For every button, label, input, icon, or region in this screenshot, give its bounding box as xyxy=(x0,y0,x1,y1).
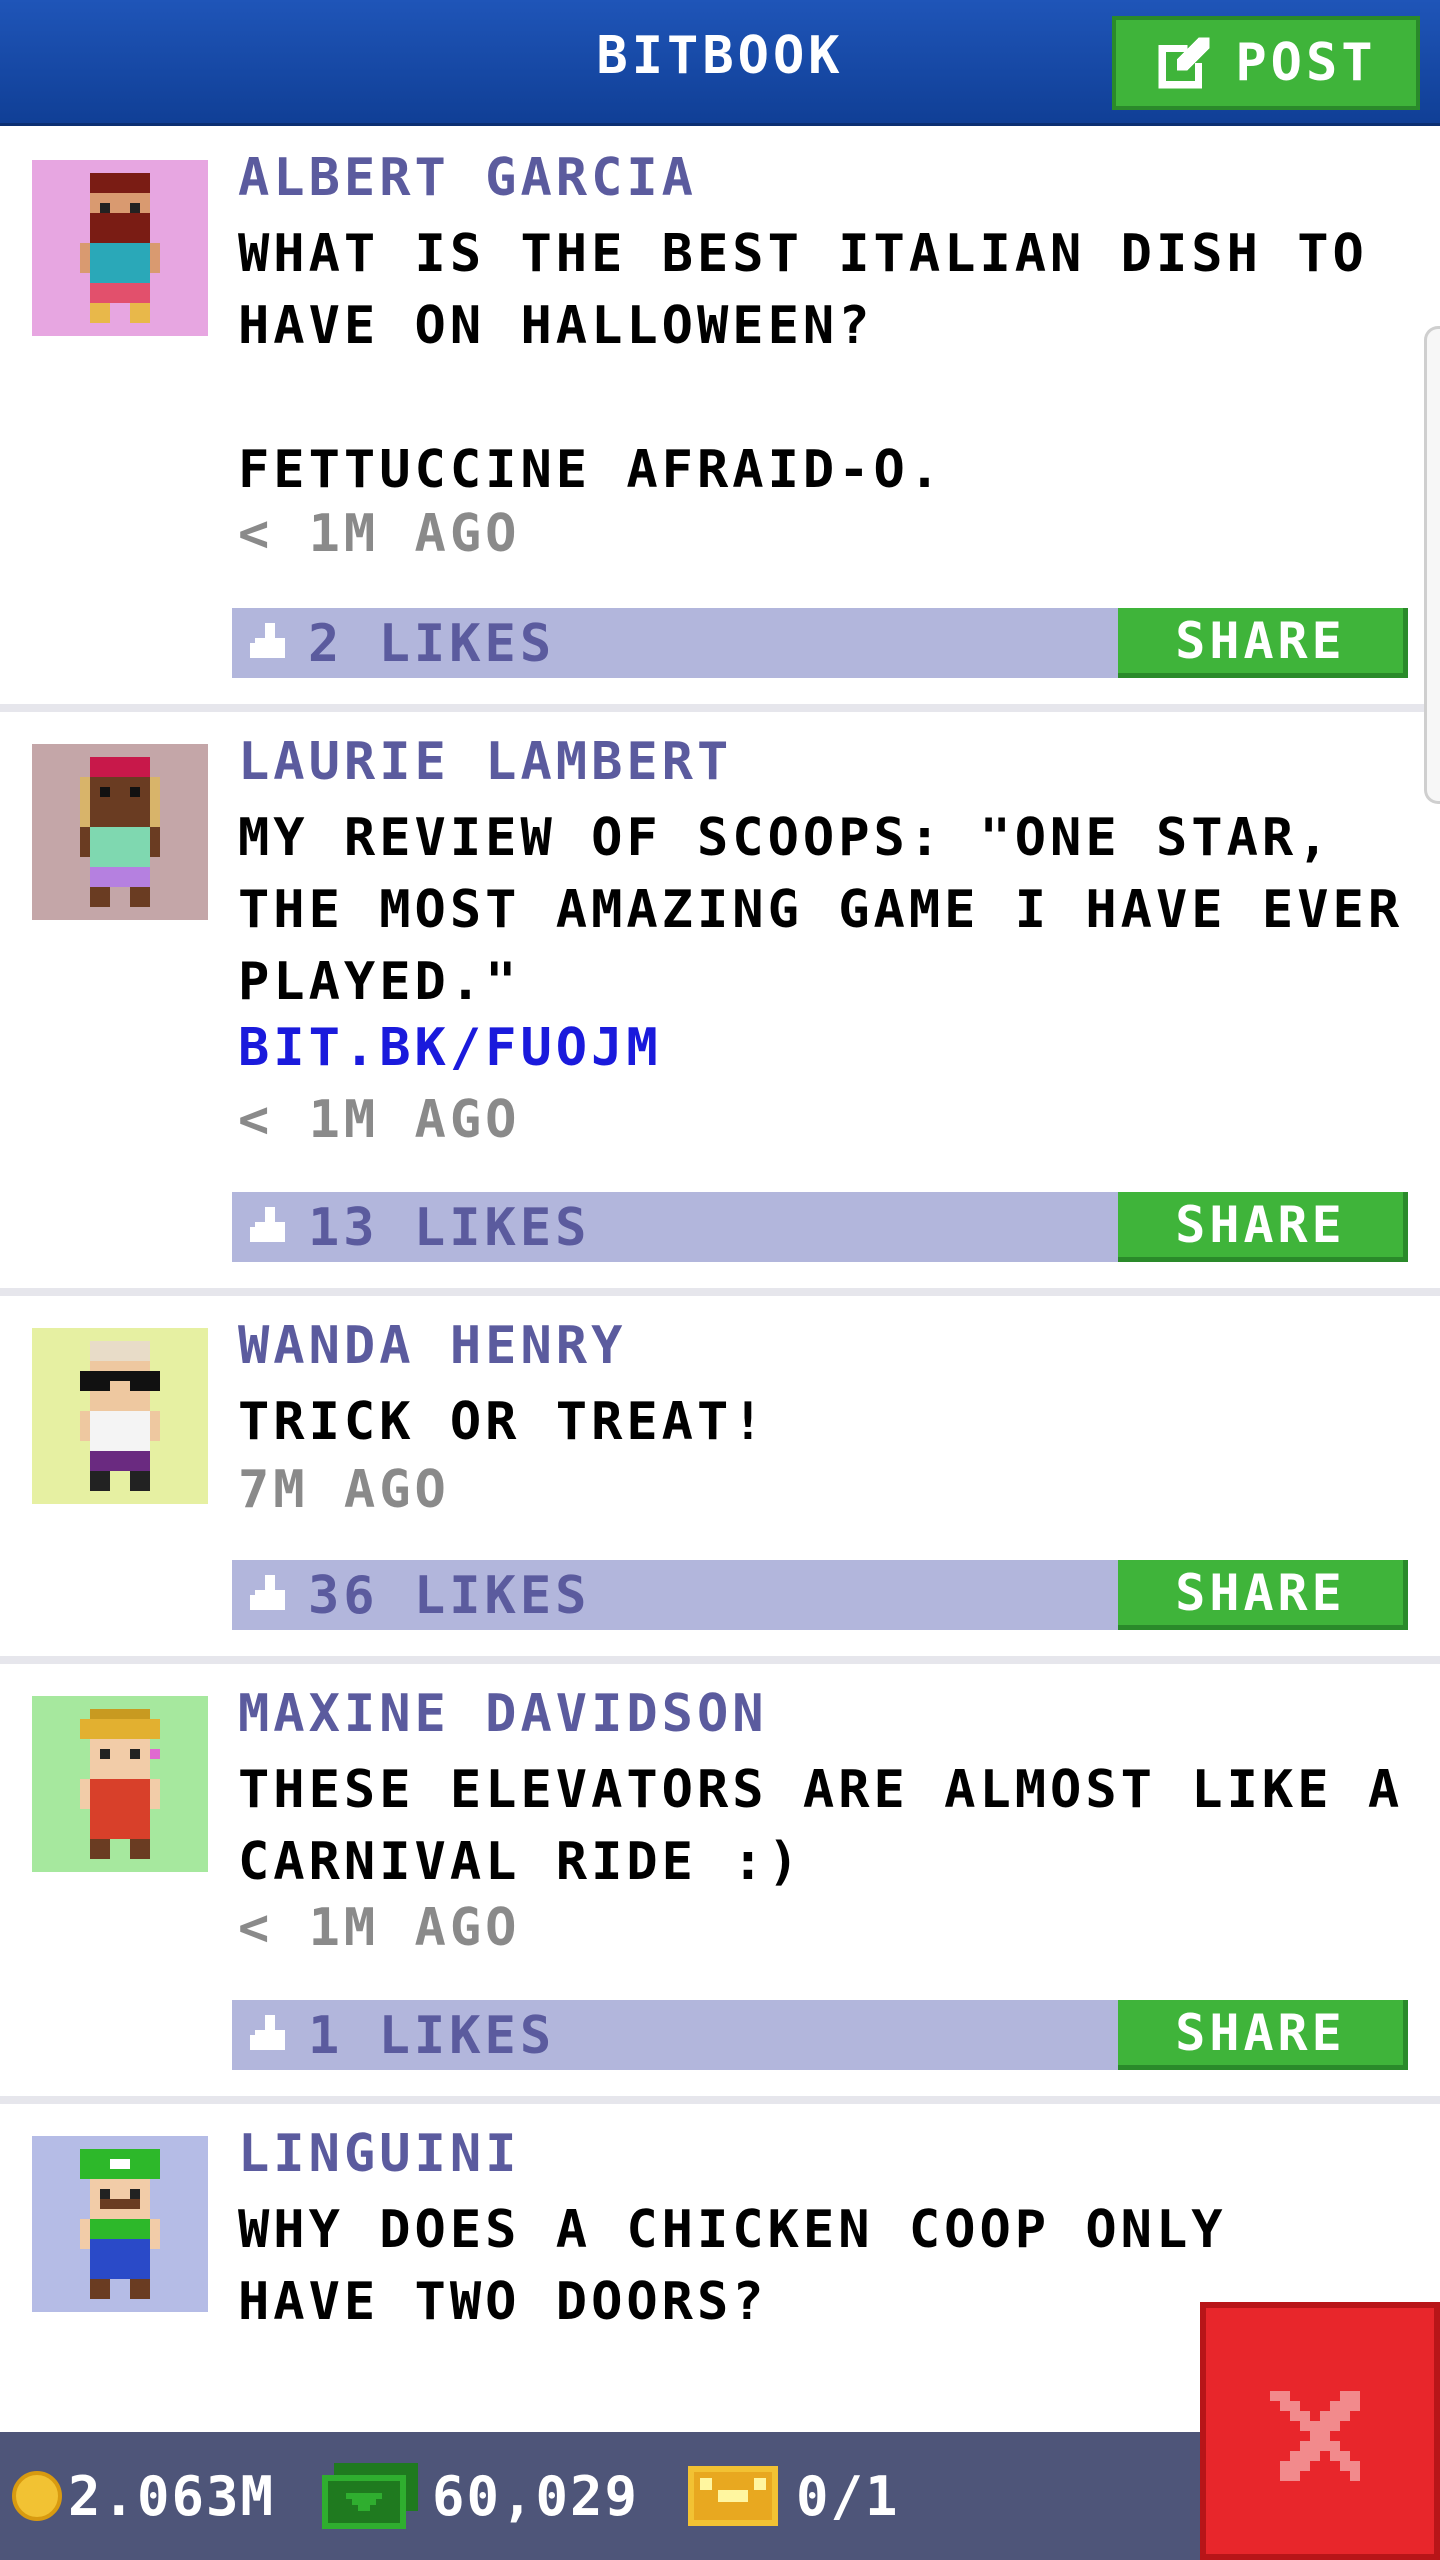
post-text: WHAT IS THE BEST ITALIAN DISH TO HAVE ON… xyxy=(238,224,1368,500)
money-icon xyxy=(322,2463,418,2529)
share-button[interactable]: SHARE xyxy=(1118,608,1408,678)
close-icon xyxy=(1270,2391,1360,2481)
post-time: < 1M AGO xyxy=(238,1090,521,1150)
avatar[interactable] xyxy=(32,160,208,336)
avatar[interactable] xyxy=(32,744,208,920)
ticket-icon xyxy=(688,2466,778,2526)
post-author[interactable]: LAURIE LAMBERT xyxy=(238,732,732,792)
likes-count: 13 LIKES xyxy=(308,1198,591,1258)
post-time: 7M AGO xyxy=(238,1460,450,1520)
thumbs-up-icon[interactable] xyxy=(250,1206,290,1248)
coin-icon xyxy=(12,2471,62,2521)
post-text: TRICK OR TREAT! xyxy=(238,1392,768,1452)
like-bar: 36 LIKES SHARE xyxy=(232,1560,1408,1630)
share-button[interactable]: SHARE xyxy=(1118,1192,1408,1262)
like-bar: 1 LIKES SHARE xyxy=(232,2000,1408,2070)
likes-count: 36 LIKES xyxy=(308,1566,591,1626)
post-author[interactable]: ALBERT GARCIA xyxy=(238,148,697,208)
scrollbar[interactable] xyxy=(1424,326,1440,804)
tickets-stat: 0/1 xyxy=(688,2460,900,2532)
post-button-label: POST xyxy=(1235,33,1377,93)
share-button[interactable]: SHARE xyxy=(1118,1560,1408,1630)
divider xyxy=(0,1288,1440,1296)
post-author[interactable]: MAXINE DAVIDSON xyxy=(238,1684,768,1744)
like-bar: 2 LIKES SHARE xyxy=(232,608,1408,678)
divider xyxy=(0,704,1440,712)
thumbs-up-icon[interactable] xyxy=(250,1574,290,1616)
like-bar: 13 LIKES SHARE xyxy=(232,1192,1408,1262)
divider xyxy=(0,2096,1440,2104)
post-time: < 1M AGO xyxy=(238,504,521,564)
likes-count: 1 LIKES xyxy=(308,2006,556,2066)
post-text: MY REVIEW OF SCOOPS: "ONE STAR, THE MOST… xyxy=(238,808,1404,1012)
coins-value: 2.063M xyxy=(68,2464,276,2528)
tickets-value: 0/1 xyxy=(796,2464,900,2528)
app-header: BITBOOK POST xyxy=(0,0,1440,126)
avatar[interactable] xyxy=(32,2136,208,2312)
thumbs-up-icon[interactable] xyxy=(250,2014,290,2056)
close-button[interactable] xyxy=(1200,2302,1440,2560)
post-author[interactable]: WANDA HENRY xyxy=(238,1316,626,1376)
avatar[interactable] xyxy=(32,1328,208,1504)
share-button[interactable]: SHARE xyxy=(1118,2000,1408,2070)
divider xyxy=(0,1656,1440,1664)
thumbs-up-icon[interactable] xyxy=(250,622,290,664)
post-link[interactable]: BIT.BK/FUOJM xyxy=(238,1018,662,1078)
post-button[interactable]: POST xyxy=(1112,16,1420,110)
bux-stat: 60,029 xyxy=(322,2460,639,2532)
edit-icon xyxy=(1159,37,1210,89)
post-author[interactable]: LINGUINI xyxy=(238,2124,520,2184)
post-time: < 1M AGO xyxy=(238,1898,521,1958)
likes-count: 2 LIKES xyxy=(308,614,556,674)
coins-stat: 2.063M xyxy=(12,2460,275,2532)
post-text: THESE ELEVATORS ARE ALMOST LIKE A CARNIV… xyxy=(238,1760,1404,1892)
avatar[interactable] xyxy=(32,1696,208,1872)
bux-value: 60,029 xyxy=(432,2464,640,2528)
